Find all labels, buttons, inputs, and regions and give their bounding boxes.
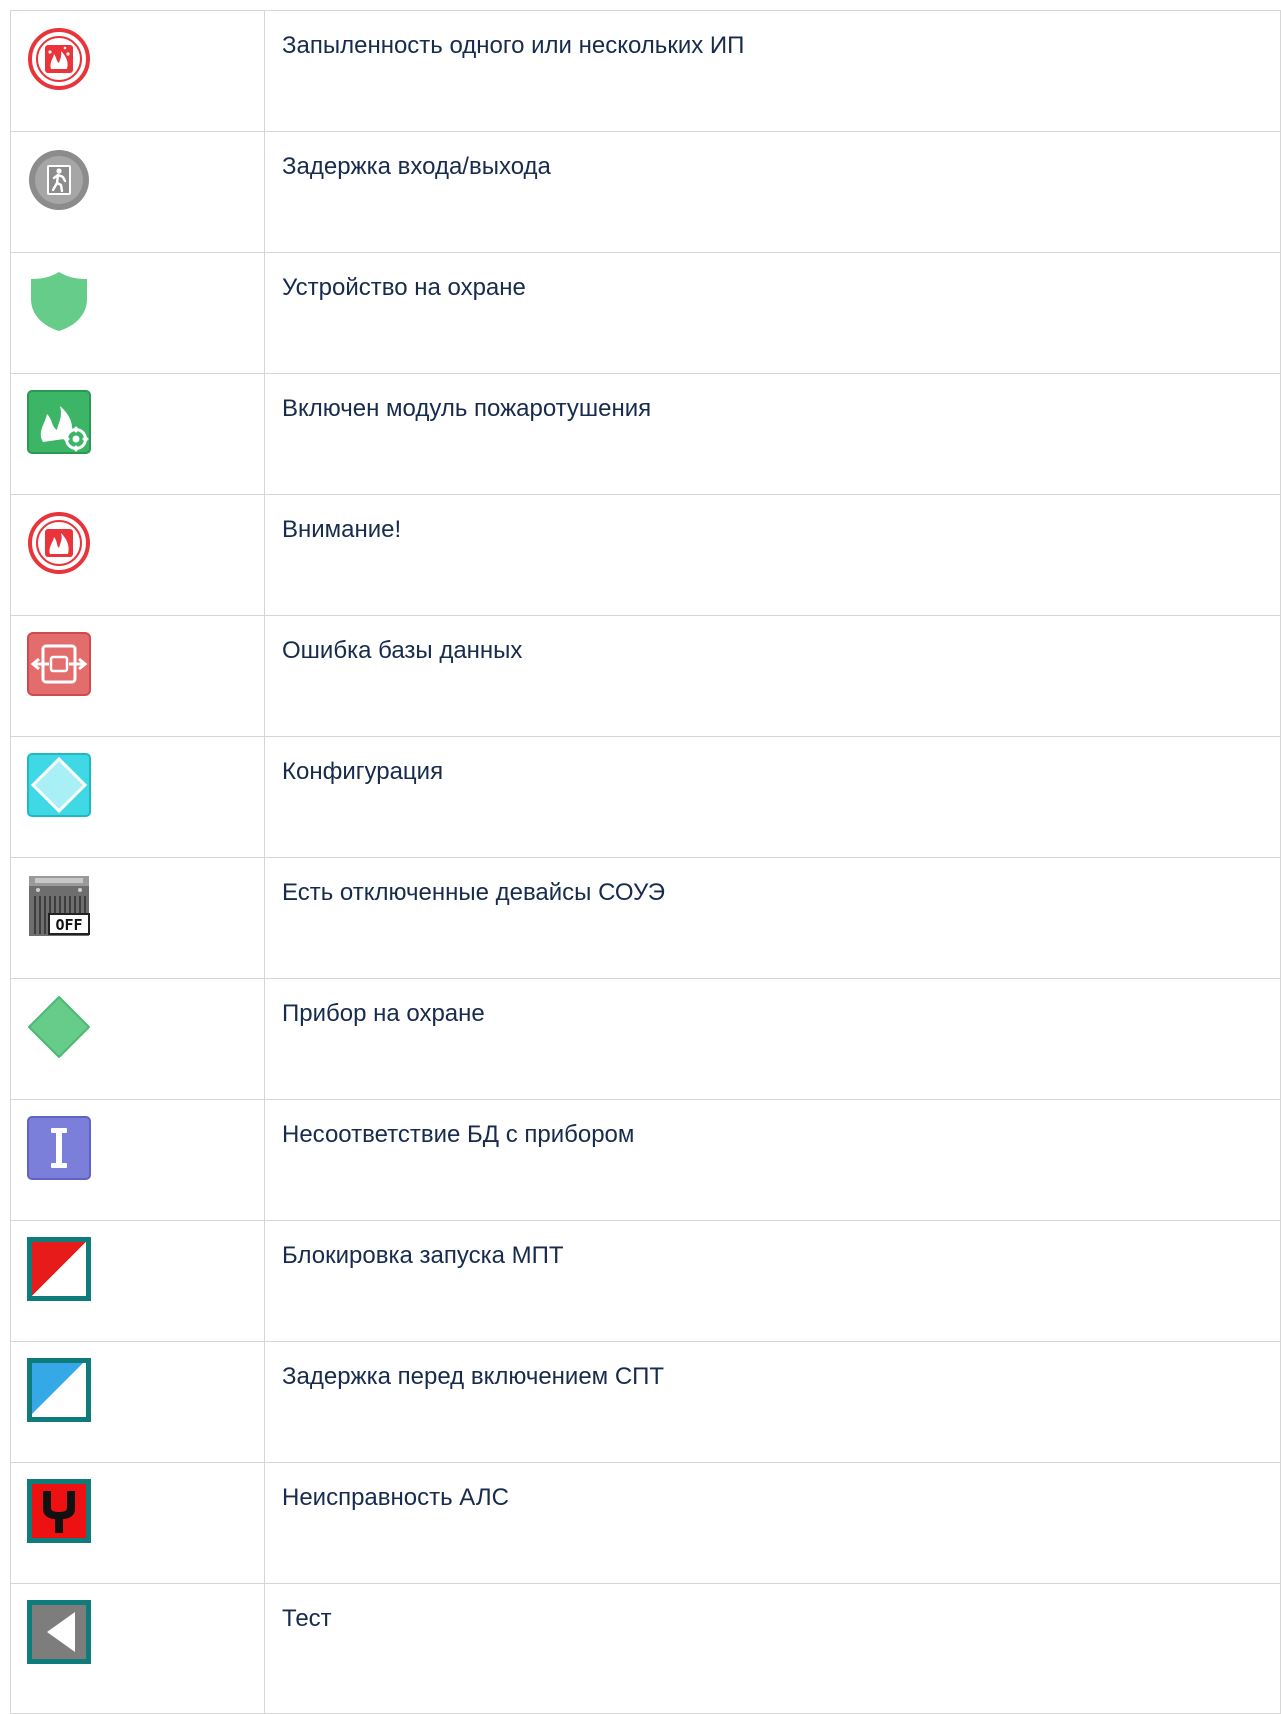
status-description: Конфигурация — [282, 758, 444, 785]
description-cell: Включен модуль пожаротушения — [264, 373, 1281, 495]
configuration-icon — [27, 753, 91, 817]
status-description: Внимание! — [282, 516, 402, 543]
status-description: Несоответствие БД с прибором — [282, 1121, 635, 1148]
description-cell: Есть отключенные девайсы СОУЭ — [264, 857, 1281, 979]
status-description: Прибор на охране — [282, 1000, 485, 1027]
device-armed-diamond-icon — [27, 995, 91, 1059]
table-row: Задержка перед включением СПТ — [10, 1341, 1281, 1463]
table-row: Неисправность АЛС — [10, 1462, 1281, 1584]
table-row: Несоответствие БД с прибором — [10, 1099, 1281, 1221]
db-mismatch-icon — [27, 1116, 91, 1180]
description-cell: Задержка входа/выхода — [264, 131, 1281, 253]
status-description: Тест — [282, 1605, 332, 1632]
description-cell: Блокировка запуска МПТ — [264, 1220, 1281, 1342]
icon-cell — [10, 1099, 265, 1221]
launch-block-icon — [27, 1237, 91, 1301]
table-row: Ошибка базы данных — [10, 615, 1281, 737]
icon-cell — [10, 1341, 265, 1463]
table-row: Прибор на охране — [10, 978, 1281, 1100]
icon-cell — [10, 1220, 265, 1342]
status-description: Задержка перед включением СПТ — [282, 1363, 665, 1390]
status-description: Задержка входа/выхода — [282, 153, 551, 180]
icon-cell — [10, 978, 265, 1100]
description-cell: Задержка перед включением СПТ — [264, 1341, 1281, 1463]
smoke-detector-dust-icon — [27, 27, 91, 91]
table-row: Запыленность одного или нескольких ИП — [10, 10, 1281, 132]
spt-delay-icon — [27, 1358, 91, 1422]
description-cell: Тест — [264, 1583, 1281, 1714]
table-row: Включен модуль пожаротушения — [10, 373, 1281, 495]
test-icon — [27, 1600, 91, 1664]
als-fault-icon — [27, 1479, 91, 1543]
description-cell: Внимание! — [264, 494, 1281, 616]
status-description: Блокировка запуска МПТ — [282, 1242, 564, 1269]
description-cell: Запыленность одного или нескольких ИП — [264, 10, 1281, 132]
table-row: Задержка входа/выхода — [10, 131, 1281, 253]
table-row: Блокировка запуска МПТ — [10, 1220, 1281, 1342]
description-cell: Ошибка базы данных — [264, 615, 1281, 737]
status-description: Есть отключенные девайсы СОУЭ — [282, 879, 666, 906]
icon-cell — [10, 736, 265, 858]
database-error-icon — [27, 632, 91, 696]
status-description: Включен модуль пожаротушения — [282, 395, 652, 422]
icon-cell — [10, 252, 265, 374]
fire-suppression-module-icon — [27, 390, 91, 454]
status-description: Запыленность одного или нескольких ИП — [282, 32, 745, 59]
table-row: Конфигурация — [10, 736, 1281, 858]
description-cell: Устройство на охране — [264, 252, 1281, 374]
icon-cell — [10, 373, 265, 495]
description-cell: Несоответствие БД с прибором — [264, 1099, 1281, 1221]
icon-cell — [10, 1462, 265, 1584]
table-row: Тест — [10, 1583, 1281, 1714]
description-cell: Прибор на охране — [264, 978, 1281, 1100]
status-table: Запыленность одного или нескольких ИП За… — [10, 10, 1281, 1714]
table-row: Внимание! — [10, 494, 1281, 616]
icon-cell — [10, 131, 265, 253]
icon-cell — [10, 1583, 265, 1714]
icon-cell — [10, 494, 265, 616]
off-badge-text: OFF — [55, 916, 82, 934]
armed-shield-icon — [27, 269, 91, 333]
table-row: OFF Есть отключенные девайсы СОУЭ — [10, 857, 1281, 979]
status-description: Неисправность АЛС — [282, 1484, 509, 1511]
entry-exit-delay-icon — [27, 148, 91, 212]
fire-attention-icon — [27, 511, 91, 575]
table-row: Устройство на охране — [10, 252, 1281, 374]
status-description: Ошибка базы данных — [282, 637, 523, 664]
description-cell: Конфигурация — [264, 736, 1281, 858]
disabled-devices-off-icon: OFF — [27, 874, 91, 938]
icon-cell — [10, 615, 265, 737]
icon-cell: OFF — [10, 857, 265, 979]
icon-cell — [10, 10, 265, 132]
description-cell: Неисправность АЛС — [264, 1462, 1281, 1584]
status-description: Устройство на охране — [282, 274, 526, 301]
